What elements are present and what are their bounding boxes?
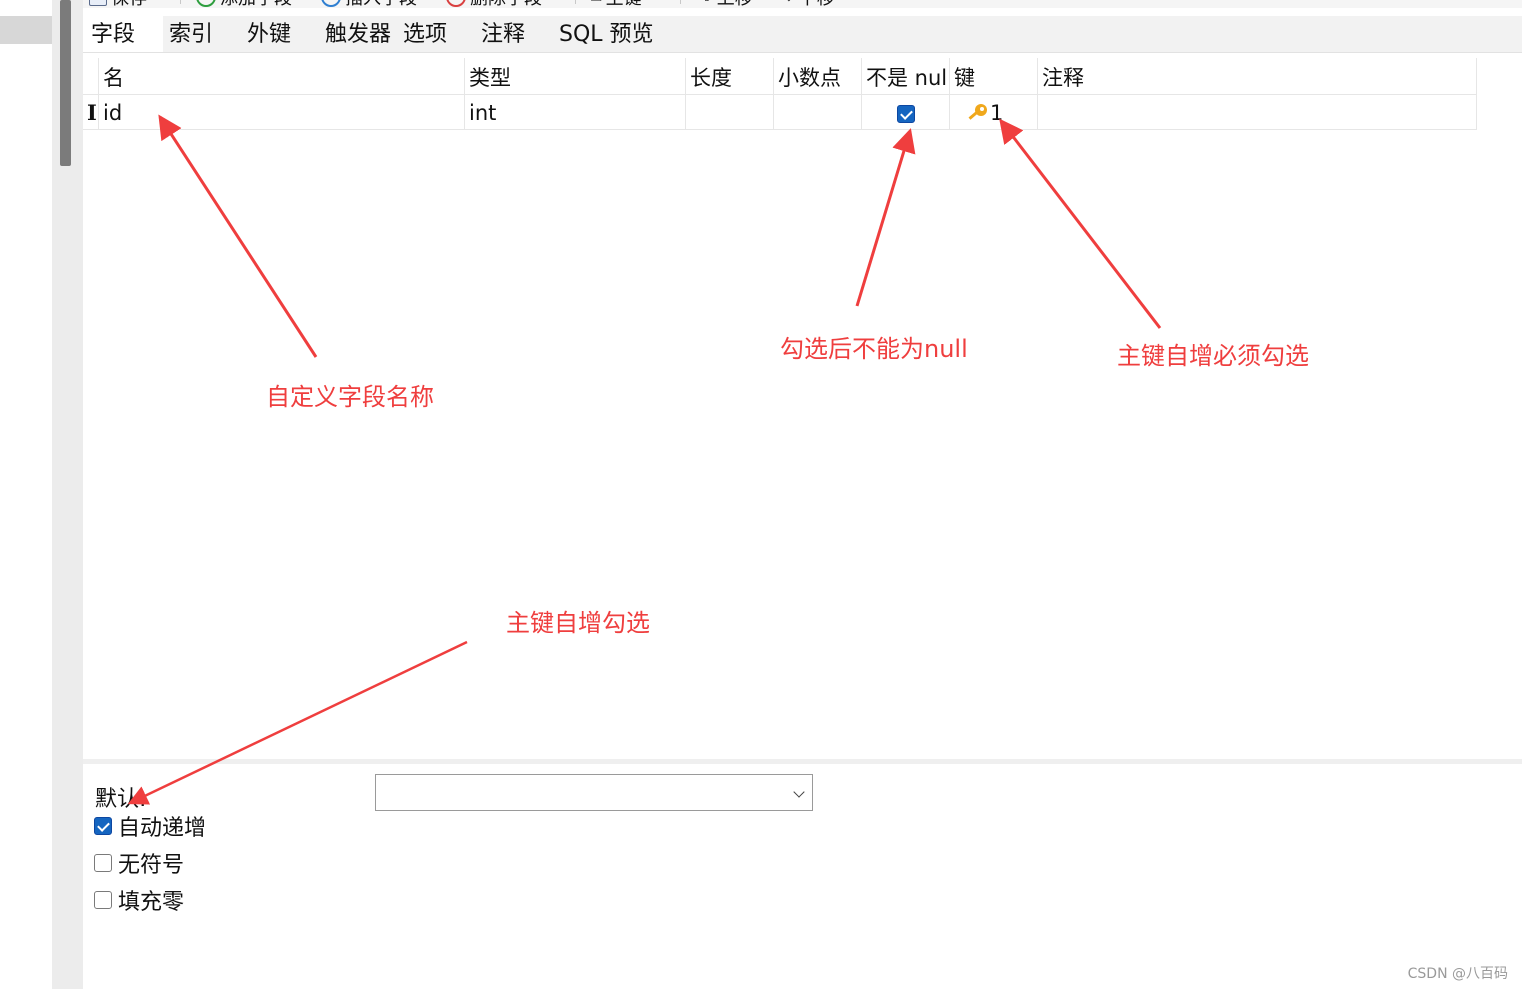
arrow-to-not-null <box>855 128 916 307</box>
annotation-not-null: 勾选后不能为null <box>780 335 968 363</box>
arrow-to-auto-increment <box>127 640 468 805</box>
annotation-arrows <box>127 114 1162 805</box>
annotation-primary-key: 主键自增必须勾选 <box>1117 342 1309 370</box>
arrow-to-name-cell <box>158 114 318 358</box>
watermark: CSDN @八百码 <box>1407 966 1508 982</box>
annotation-auto-increment: 主键自增勾选 <box>506 609 650 637</box>
annotation-field-name: 自定义字段名称 <box>266 383 434 411</box>
arrow-to-key <box>999 118 1162 329</box>
